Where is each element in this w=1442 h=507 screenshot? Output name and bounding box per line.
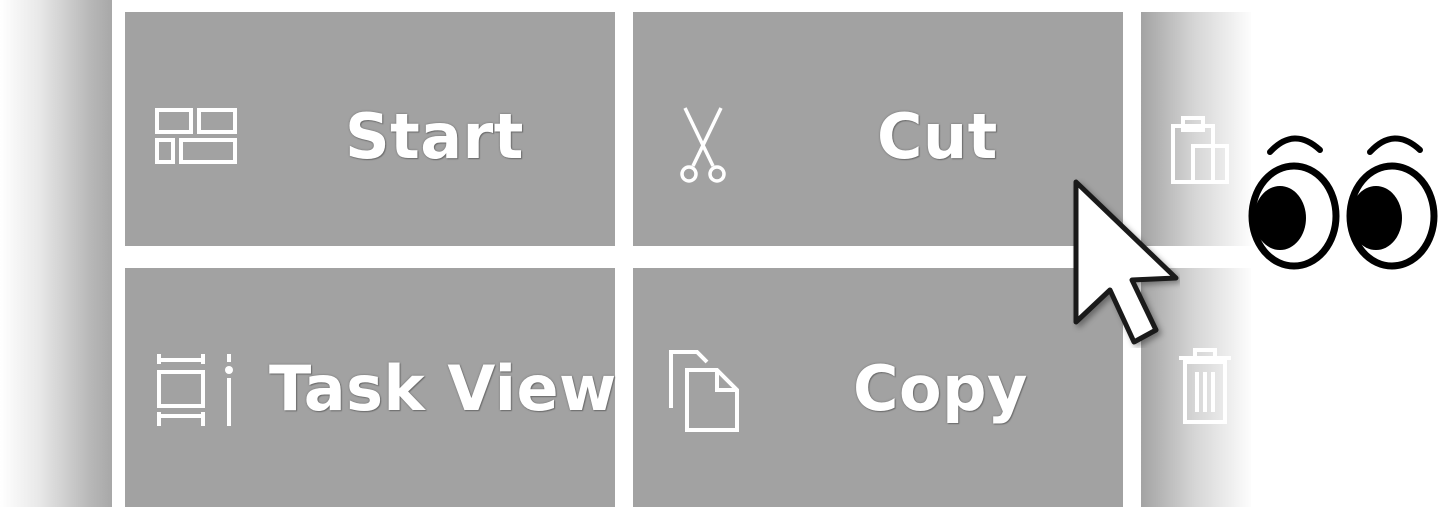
eyes-emoji (1246, 128, 1438, 278)
start-label: Start (345, 100, 524, 173)
left-edge-shadow (0, 0, 112, 507)
mouse-pointer-icon (1072, 178, 1180, 352)
start-tile[interactable]: Start (125, 12, 615, 246)
scissors-icon (677, 106, 729, 190)
start-grid-icon (155, 108, 237, 168)
copy-label: Copy (853, 352, 1028, 425)
task-view-icon (155, 352, 235, 432)
task-view-label: Task View (269, 352, 617, 425)
cut-label: Cut (877, 100, 998, 173)
copy-tile[interactable]: Copy (633, 268, 1123, 507)
copy-icon (667, 350, 743, 436)
cut-tile[interactable]: Cut (633, 12, 1123, 246)
task-view-tile[interactable]: Task View (125, 268, 617, 507)
